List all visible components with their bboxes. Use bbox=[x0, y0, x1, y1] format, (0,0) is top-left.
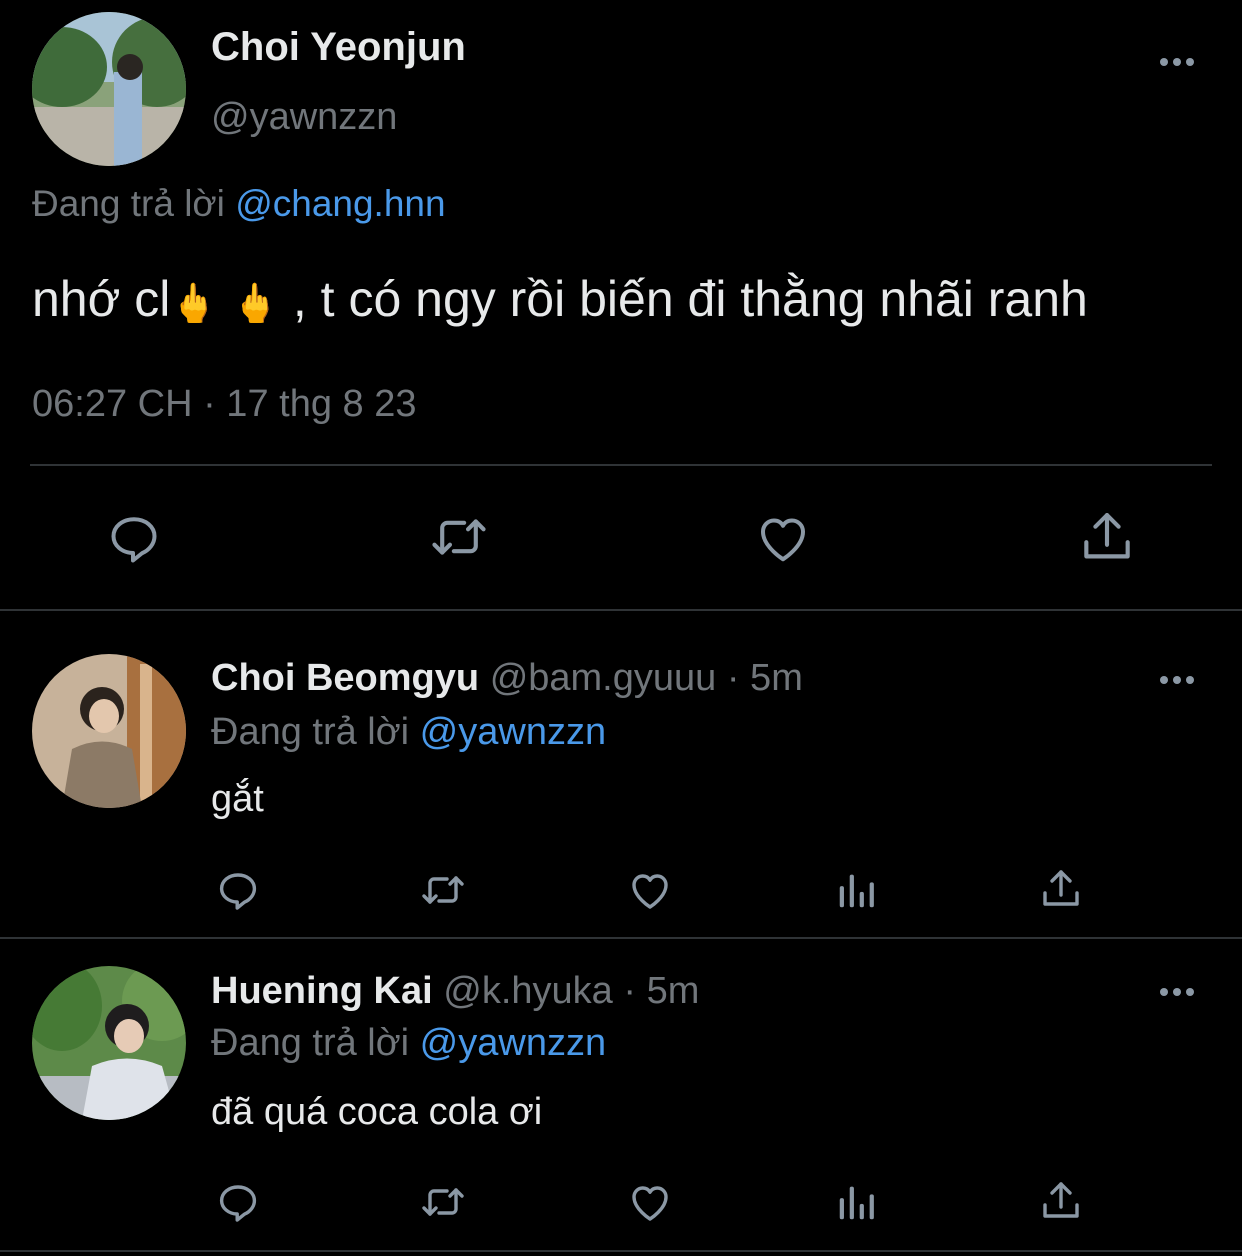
reply-time[interactable]: · 5m bbox=[623, 970, 699, 1012]
analytics-icon[interactable] bbox=[834, 866, 880, 914]
avatar[interactable] bbox=[32, 12, 186, 166]
reply-icon[interactable] bbox=[214, 866, 262, 914]
reply-icon[interactable] bbox=[104, 508, 164, 568]
reply-icon[interactable] bbox=[214, 1178, 262, 1226]
replying-prefix: Đang trả lời bbox=[32, 183, 225, 224]
emoji: 🖕 bbox=[170, 283, 218, 325]
retweet-icon[interactable] bbox=[416, 1178, 470, 1226]
replying-to-link[interactable]: @yawnzzn bbox=[420, 711, 606, 753]
display-name[interactable]: Choi Yeonjun bbox=[211, 25, 466, 70]
replying-prefix: Đang trả lời bbox=[211, 711, 410, 753]
divider bbox=[0, 609, 1242, 611]
tweet-text-part2: , t có ngy rồi biến đi thằng nhãi ranh bbox=[292, 271, 1088, 327]
share-icon[interactable] bbox=[1076, 506, 1138, 568]
more-icon[interactable] bbox=[1160, 58, 1194, 66]
avatar[interactable] bbox=[32, 654, 186, 808]
tweet-text: nhớ cl🖕 🖕 , t có ngy rồi biến đi thằng n… bbox=[32, 270, 1088, 328]
replying-to-link[interactable]: @yawnzzn bbox=[420, 1022, 606, 1064]
avatar[interactable] bbox=[32, 966, 186, 1120]
share-icon[interactable] bbox=[1037, 1176, 1085, 1226]
retweet-icon[interactable] bbox=[416, 866, 470, 914]
reply-text: gắt bbox=[211, 778, 264, 820]
tweet-text-part1: nhớ cl bbox=[32, 271, 171, 327]
reply-text: đã quá coca cola ơi bbox=[211, 1091, 543, 1133]
like-icon[interactable] bbox=[625, 1178, 675, 1226]
like-icon[interactable] bbox=[625, 866, 675, 914]
timestamp[interactable]: 06:27 CH · 17 thg 8 23 bbox=[32, 383, 416, 426]
reply-time[interactable]: · 5m bbox=[727, 657, 803, 699]
replying-prefix: Đang trả lời bbox=[211, 1022, 410, 1064]
replying-line: Đang trả lời @chang.hnn bbox=[32, 183, 446, 225]
display-name[interactable]: Huening Kai bbox=[211, 970, 433, 1012]
share-icon[interactable] bbox=[1037, 864, 1085, 914]
handle[interactable]: @bam.gyuuu bbox=[490, 657, 717, 699]
divider bbox=[0, 937, 1242, 939]
replying-to-link[interactable]: @chang.hnn bbox=[235, 183, 445, 224]
like-icon[interactable] bbox=[752, 508, 814, 568]
divider bbox=[30, 464, 1212, 466]
divider bbox=[0, 1250, 1242, 1252]
analytics-icon[interactable] bbox=[834, 1178, 880, 1226]
handle[interactable]: @yawnzzn bbox=[211, 96, 397, 139]
retweet-icon[interactable] bbox=[426, 506, 492, 568]
display-name[interactable]: Choi Beomgyu bbox=[211, 657, 479, 699]
more-icon[interactable] bbox=[1160, 988, 1194, 996]
emoji: 🖕 bbox=[231, 283, 279, 325]
more-icon[interactable] bbox=[1160, 676, 1194, 684]
reply-header: Huening Kai @k.hyuka · 5m bbox=[211, 970, 699, 1013]
reply-header: Choi Beomgyu @bam.gyuuu · 5m bbox=[211, 657, 803, 700]
replying-line: Đang trả lời @yawnzzn bbox=[211, 1022, 606, 1065]
handle[interactable]: @k.hyuka bbox=[443, 970, 613, 1012]
replying-line: Đang trả lời @yawnzzn bbox=[211, 711, 606, 754]
